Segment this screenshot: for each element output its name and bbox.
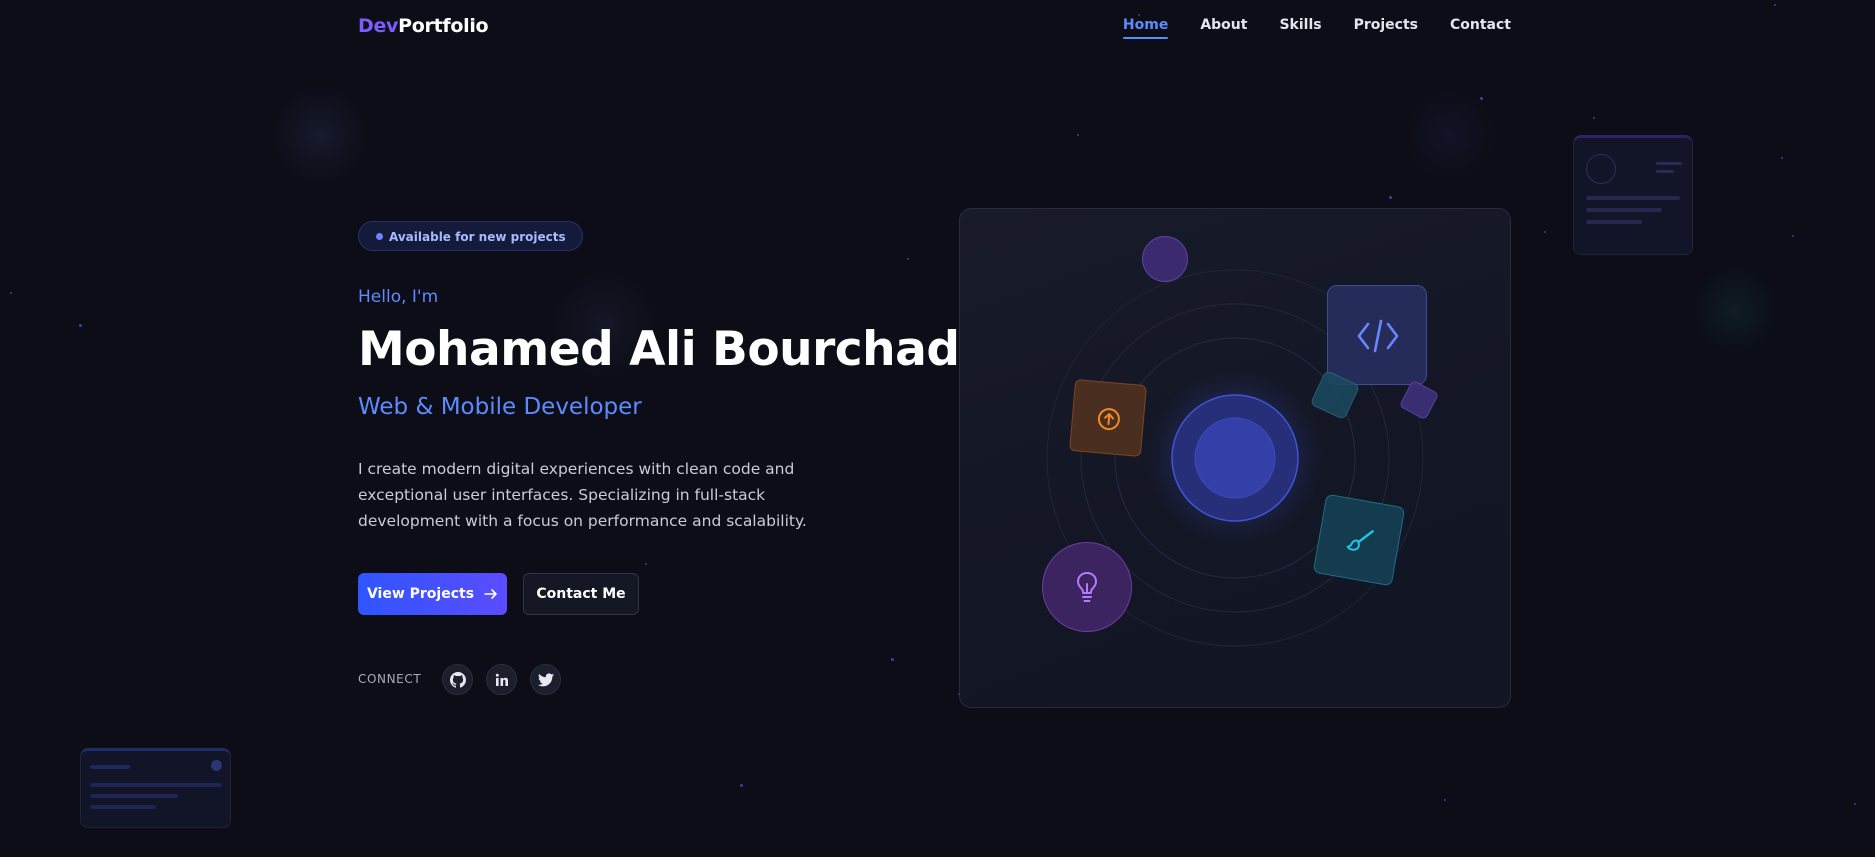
code-icon	[1357, 319, 1399, 353]
star-dot	[645, 563, 647, 565]
background-glow	[270, 85, 370, 185]
star-dot	[907, 258, 909, 260]
view-projects-label: View Projects	[366, 586, 475, 602]
code-tile	[1327, 285, 1427, 385]
logo-accent-text: Dev	[358, 15, 399, 37]
star-dot	[1389, 196, 1392, 199]
hero-name-heading: Mohamed Ali Bourchada	[358, 322, 991, 377]
arrow-right-icon	[484, 589, 497, 599]
nav-about-link[interactable]: About	[1200, 17, 1247, 39]
background-glow	[1690, 265, 1780, 355]
hero-illustration-card	[959, 208, 1511, 708]
linkedin-link[interactable]	[486, 664, 517, 695]
nav-skills-link[interactable]: Skills	[1279, 17, 1321, 39]
star-dot	[79, 324, 82, 327]
brand-logo[interactable]: DevPortfolio	[358, 15, 489, 37]
star-dot	[1781, 157, 1783, 159]
upload-tile	[1068, 378, 1148, 458]
greeting-text: Hello, I'm	[358, 287, 439, 307]
hero-role-subtitle: Web & Mobile Developer	[358, 394, 642, 420]
star-dot	[1854, 803, 1856, 805]
star-dot	[1077, 134, 1079, 136]
github-link[interactable]	[442, 664, 473, 695]
star-dot	[1480, 97, 1483, 100]
contact-me-button[interactable]: Contact Me	[523, 573, 639, 615]
purple-orb	[1142, 236, 1188, 282]
github-icon	[449, 671, 466, 688]
availability-text: Available for new projects	[389, 230, 566, 244]
paintbrush-icon	[1346, 530, 1374, 551]
orbit-rings	[1046, 269, 1424, 647]
availability-badge: Available for new projects	[358, 221, 583, 251]
nav-home-link[interactable]: Home	[1122, 17, 1169, 39]
star-dot	[1792, 235, 1794, 237]
contact-me-label: Contact Me	[536, 586, 626, 602]
star-dot	[1593, 117, 1595, 119]
twitter-icon	[537, 672, 554, 686]
star-dot	[10, 292, 12, 294]
upload-icon	[1097, 408, 1120, 431]
linkedin-icon	[495, 673, 508, 686]
paintbrush-tile	[1312, 493, 1406, 587]
nav-links: Home About Skills Projects Contact	[1122, 17, 1511, 39]
star-dot	[1444, 799, 1446, 801]
star-dot	[740, 784, 743, 787]
lightbulb-icon	[1077, 572, 1097, 602]
hero-description: I create modern digital experiences with…	[358, 460, 807, 530]
star-dot	[1544, 231, 1546, 233]
decorative-post-card	[80, 748, 231, 828]
logo-text: Portfolio	[398, 15, 489, 37]
lightbulb-orb	[1042, 542, 1132, 632]
background-glow	[1400, 90, 1500, 180]
decorative-profile-card	[1573, 135, 1693, 255]
nav-contact-link[interactable]: Contact	[1450, 17, 1511, 39]
view-projects-button[interactable]: View Projects	[358, 573, 507, 615]
twitter-link[interactable]	[530, 664, 561, 695]
connect-label: CONNECT	[358, 672, 422, 686]
status-dot	[376, 233, 383, 240]
nav-projects-link[interactable]: Projects	[1354, 17, 1418, 39]
top-navbar: DevPortfolio Home About Skills Projects …	[0, 0, 1875, 52]
star-dot	[891, 658, 894, 661]
